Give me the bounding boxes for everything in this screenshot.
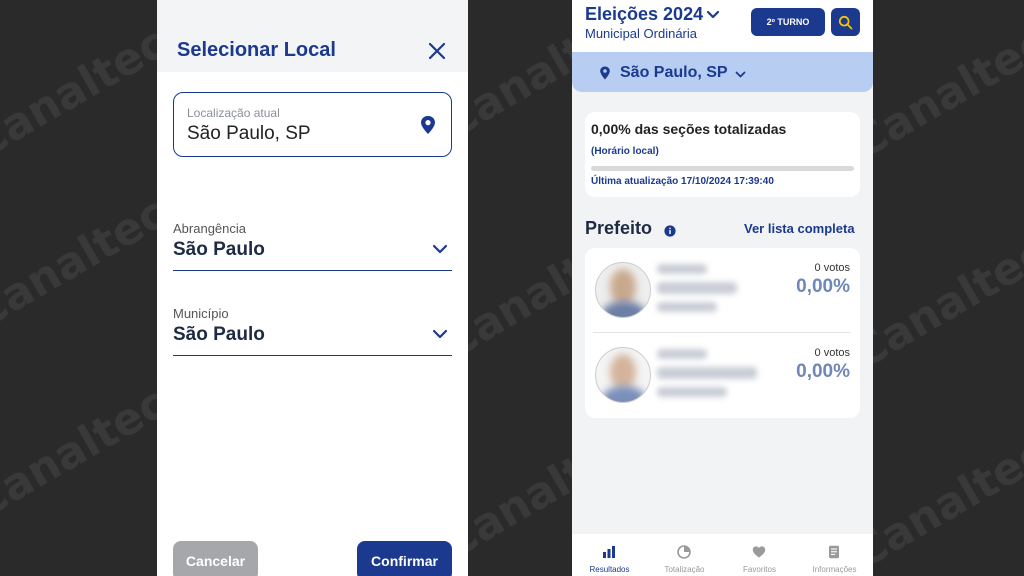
blurred-name xyxy=(657,264,707,274)
location-pin-icon[interactable] xyxy=(419,115,437,135)
candidate-avatar xyxy=(595,347,651,403)
turno-button[interactable]: 2º TURNO xyxy=(751,8,825,36)
candidate-votes: 0 votos xyxy=(814,347,850,359)
app-header: Eleições 2024 Municipal Ordinária 2º TUR… xyxy=(572,0,873,52)
chevron-down-icon xyxy=(432,329,448,339)
sections-totalized: 0,00% das seções totalizadas xyxy=(591,121,787,137)
bottom-tab-bar: Resultados Totalização Favoritos Informa… xyxy=(572,534,873,576)
current-location-label: Localização atual xyxy=(187,106,280,120)
tab-informacoes[interactable]: Informações xyxy=(797,534,872,576)
candidates-card: 0 votos 0,00% 0 votos 0,00% xyxy=(585,248,860,418)
info-icon[interactable] xyxy=(664,225,676,237)
avatar-face xyxy=(610,269,636,305)
candidate-votes: 0 votos xyxy=(814,262,850,274)
chevron-down-icon[interactable] xyxy=(706,10,720,20)
chevron-down-icon xyxy=(432,244,448,254)
election-subtitle: Municipal Ordinária xyxy=(585,26,697,41)
location-selector[interactable]: São Paulo, SP xyxy=(572,52,873,92)
location-pin-icon xyxy=(600,66,610,80)
bar-chart-icon xyxy=(603,546,615,558)
last-update: Última atualização 17/10/2024 17:39:40 xyxy=(591,176,774,187)
blurred-name xyxy=(657,282,737,294)
candidate-row[interactable]: 0 votos 0,00% xyxy=(585,333,860,418)
results-screen: Eleições 2024 Municipal Ordinária 2º TUR… xyxy=(572,0,873,576)
search-button[interactable] xyxy=(831,8,860,36)
chevron-down-icon xyxy=(735,71,746,78)
tab-label: Favoritos xyxy=(743,565,776,574)
select-location-screen: Selecionar Local Localização atual São P… xyxy=(157,0,468,576)
avatar-face xyxy=(610,354,636,390)
blurred-party xyxy=(657,302,717,312)
election-title[interactable]: Eleições 2024 xyxy=(585,4,703,25)
candidate-percent: 0,00% xyxy=(796,276,850,297)
tab-resultados[interactable]: Resultados xyxy=(572,534,647,576)
see-full-list-link[interactable]: Ver lista completa xyxy=(744,221,855,236)
close-button[interactable] xyxy=(426,40,448,62)
blurred-name xyxy=(657,367,757,379)
abrangencia-value: São Paulo xyxy=(173,239,265,260)
tab-favoritos[interactable]: Favoritos xyxy=(722,534,797,576)
candidate-avatar xyxy=(595,262,651,318)
document-icon xyxy=(829,545,839,559)
municipio-select[interactable]: Município São Paulo xyxy=(173,306,452,356)
candidate-row[interactable]: 0 votos 0,00% xyxy=(585,248,860,333)
modal-title: Selecionar Local xyxy=(177,39,336,61)
local-time-note: (Horário local) xyxy=(591,146,659,157)
close-icon xyxy=(428,42,446,60)
totalization-status-card: 0,00% das seções totalizadas (Horário lo… xyxy=(585,112,860,197)
tab-label: Totalização xyxy=(664,565,705,574)
search-icon xyxy=(838,15,853,29)
totalization-progress-bar xyxy=(591,166,854,171)
abrangencia-label: Abrangência xyxy=(173,221,246,236)
municipio-label: Município xyxy=(173,306,229,321)
current-location-field[interactable]: Localização atual São Paulo, SP xyxy=(173,92,452,157)
blurred-name xyxy=(657,349,707,359)
modal-header: Selecionar Local xyxy=(157,0,468,72)
avatar-body xyxy=(602,386,646,402)
tab-label: Informações xyxy=(812,565,857,574)
location-value: São Paulo, SP xyxy=(620,64,728,81)
tab-totalizacao[interactable]: Totalização xyxy=(647,534,722,576)
tab-label: Resultados xyxy=(589,565,630,574)
section-title-prefeito: Prefeito xyxy=(585,218,653,238)
cancel-button[interactable]: Cancelar xyxy=(173,541,258,576)
heart-icon xyxy=(752,546,766,558)
abrangencia-select[interactable]: Abrangência São Paulo xyxy=(173,221,452,271)
pie-chart-icon xyxy=(677,545,691,559)
candidate-percent: 0,00% xyxy=(796,361,850,382)
avatar-body xyxy=(602,301,646,317)
municipio-value: São Paulo xyxy=(173,324,265,345)
confirm-button[interactable]: Confirmar xyxy=(357,541,452,576)
blurred-party xyxy=(657,387,727,397)
current-location-value: São Paulo, SP xyxy=(187,123,311,144)
